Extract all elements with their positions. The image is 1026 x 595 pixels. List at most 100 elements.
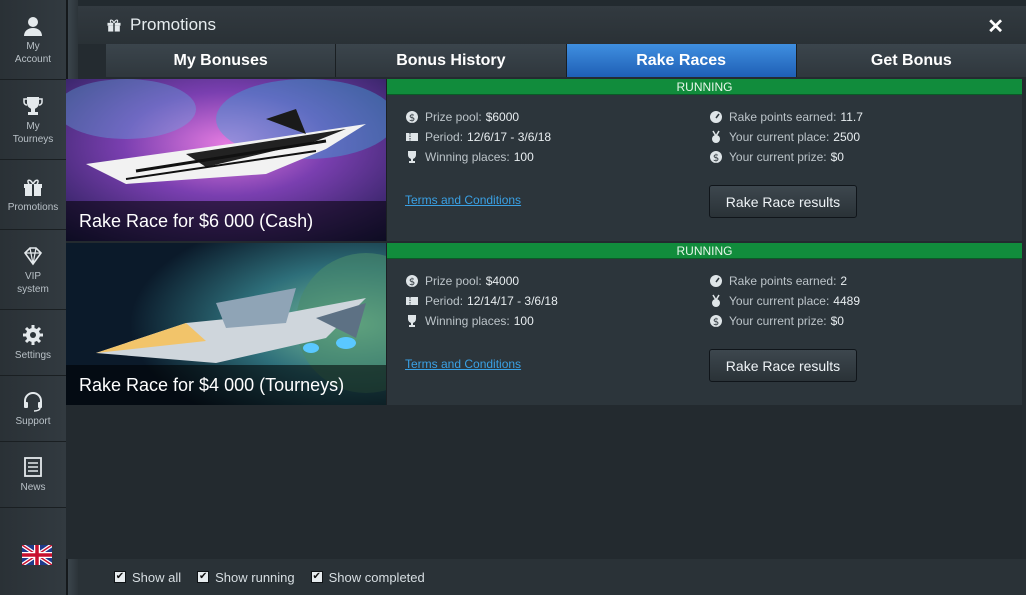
medal-icon [712,130,720,143]
tab-rake-races[interactable]: Rake Races [566,44,797,77]
winning-places-value: 100 [513,314,534,328]
race-banner-image: Rake Race for $4 000 (Tourneys) [66,243,386,405]
diamond-icon [20,244,46,268]
rake-race-results-button[interactable]: Rake Race results [709,349,857,382]
gear-icon [20,323,46,347]
prize-pool-value: $6000 [485,110,520,124]
speedometer-icon [710,275,722,287]
sidebar-item-label: Tourneys [12,133,54,145]
checkmark-icon: ✔ [114,571,126,583]
place-value: 2500 [833,130,860,144]
prize-pool-label: Prize pool: [425,274,482,288]
window-title: Promotions [130,15,216,34]
prize-value: $0 [830,150,844,164]
title-bar: Promotions [78,6,1026,44]
winning-places-value: 100 [513,150,534,164]
show-completed-checkbox[interactable]: ✔ Show completed [310,569,425,585]
points-value: 2 [840,274,848,288]
place-label: Your current place: [729,130,830,144]
race-details-panel: RUNNING $ Prize pool: $6000 Period: 12/6/17… [386,79,1022,241]
points-label: Rake points earned: [729,274,837,288]
points-value: 11.7 [840,110,863,124]
prize-label: Your current prize: [729,314,827,328]
race-info-left: $ Prize pool: $6000 Period: 12/6/17 - 3/6/1… [405,107,551,167]
show-all-checkbox[interactable]: ✔ Show all [114,570,181,585]
dollar-icon: $ [406,111,418,124]
news-icon [20,455,46,479]
trophy-icon [408,151,416,163]
race-card: Rake Race for $4 000 (Tourneys) RUNNING … [66,243,1022,405]
svg-text:$: $ [409,113,415,124]
race-info-right: Rake points earned: 11.7 Your current pla… [709,107,863,167]
tab-bar: My Bonuses Bonus History Rake Races Get … [106,44,1026,77]
svg-text:$: $ [409,277,415,288]
sidebar-item-support[interactable]: Support [0,376,66,442]
tab-bonus-history[interactable]: Bonus History [336,44,567,77]
svg-text:$: $ [713,317,719,328]
sidebar-item-settings[interactable]: Settings [0,310,66,376]
winning-places-label: Winning places: [425,150,510,164]
race-title: Rake Race for $6 000 (Cash) [66,201,386,241]
period-label: Period: [425,130,464,144]
svg-text:$: $ [713,153,719,164]
sidebar-item-news[interactable]: News [0,442,66,508]
tab-get-bonus[interactable]: Get Bonus [796,44,1026,77]
sidebar-item-promotions[interactable]: Promotions [0,160,66,230]
checkbox-label: Show completed [328,569,425,585]
ticket-icon [406,297,418,305]
checkmark-icon: ✔ [197,571,210,583]
dollar-icon: $ [406,275,418,288]
race-banner-image: Rake Race for $6 000 (Cash) [66,79,386,241]
sidebar-item-label: News [20,482,46,493]
winning-places-label: Winning places: [425,314,510,328]
gift-icon [20,175,46,199]
speedometer-icon [710,111,722,123]
sidebar-item-label: Account [14,53,52,65]
uk-flag-icon[interactable] [22,545,52,565]
period-value: 12/14/17 - 3/6/18 [467,294,558,308]
points-label: Rake points earned: [729,110,837,124]
prize-value: $0 [830,314,844,328]
dollar-icon: $ [710,315,722,328]
promotions-window: Promotions ✕ My Bonuses Bonus History Ra… [66,6,1026,595]
checkbox-label: Show running [215,569,295,585]
prize-pool-value: $4000 [485,274,520,288]
sidebar-item-label: system [17,283,49,295]
race-card: Rake Race for $6 000 (Cash) RUNNING $ Pri… [66,79,1022,241]
user-icon [20,14,46,38]
place-value: 4489 [833,294,860,308]
checkbox-label: Show all [132,569,182,585]
period-label: Period: [425,294,464,308]
trophy-icon [408,315,416,327]
checkmark-icon: ✔ [310,571,323,583]
sidebar-item-label: Settings [14,350,52,361]
close-icon[interactable]: ✕ [987,14,1004,39]
dollar-icon: $ [710,151,722,164]
sidebar: My Account My Tourneys Promotions VIP sy… [0,0,68,595]
sidebar-item-label: Promotions [7,202,59,213]
filter-bar: ✔ Show all ✔ Show running ✔ Show completed [78,559,1026,595]
app-root: My Account My Tourneys Promotions VIP sy… [0,0,1026,595]
sidebar-item-my-tourneys[interactable]: My Tourneys [0,80,66,160]
race-info-right: Rake points earned: 2 Your current place:… [709,271,860,331]
race-title: Rake Race for $4 000 (Tourneys) [66,365,386,405]
prize-label: Your current prize: [729,150,827,164]
sidebar-item-my-account[interactable]: My Account [0,0,66,80]
headset-icon [20,389,46,413]
prize-pool-label: Prize pool: [425,110,482,124]
rake-race-results-button[interactable]: Rake Race results [709,185,857,218]
terms-link[interactable]: Terms and Conditions [405,357,521,371]
ticket-icon [406,133,418,141]
show-running-checkbox[interactable]: ✔ Show running [197,570,295,585]
race-details-panel: RUNNING $ Prize pool: $4000 Period: 12/14/1… [386,243,1022,405]
tab-my-bonuses[interactable]: My Bonuses [106,44,337,77]
trophy-icon [20,94,46,118]
place-label: Your current place: [729,294,830,308]
status-badge: RUNNING [387,79,1022,95]
sidebar-item-label: Support [15,416,51,427]
terms-link[interactable]: Terms and Conditions [405,193,521,207]
sidebar-item-label: My [26,40,40,52]
sidebar-item-label: My [26,120,40,132]
sidebar-item-vip-system[interactable]: VIP system [0,230,66,310]
sidebar-item-label: VIP [24,270,42,282]
